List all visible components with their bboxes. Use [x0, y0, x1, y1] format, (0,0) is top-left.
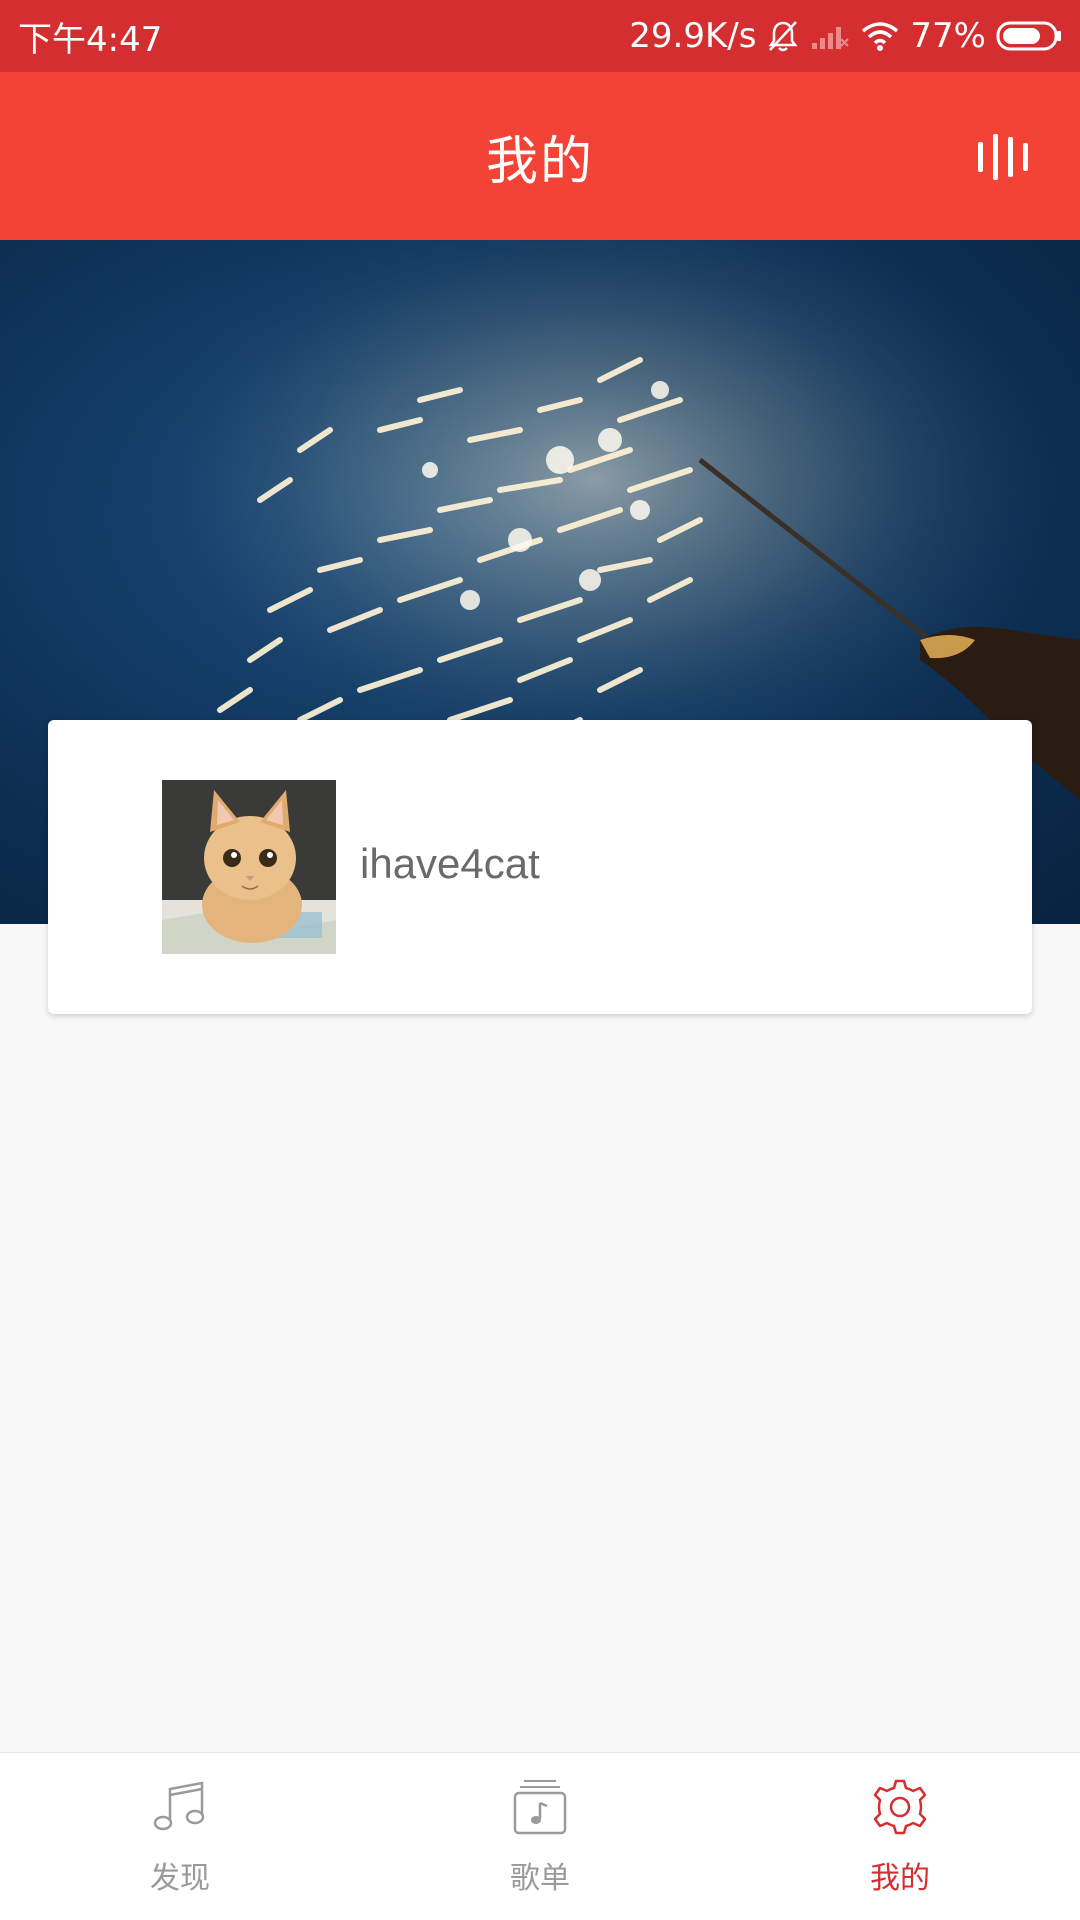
app-header: 我的	[0, 72, 1080, 240]
bell-muted-icon	[766, 19, 800, 53]
nav-label: 歌单	[510, 1861, 570, 1896]
nav-label: 我的	[870, 1861, 930, 1896]
net-speed: 29.9K/s	[629, 16, 757, 56]
username: ihave4cat	[360, 840, 540, 887]
screen: 下午4:47 29.9K/s 77% 我的 ihave4cat 发现 歌单 我的	[0, 0, 1080, 1920]
gear-icon	[870, 1777, 930, 1837]
playlist-icon	[510, 1777, 570, 1837]
battery-icon	[996, 20, 1062, 52]
status-bar: 下午4:47 29.9K/s 77%	[0, 0, 1080, 72]
nav-item-discover[interactable]: 发现	[0, 1753, 360, 1920]
status-time: 下午4:47	[18, 19, 163, 60]
signal-icon	[810, 21, 850, 51]
wifi-icon	[860, 20, 900, 52]
nav-label: 发现	[150, 1861, 210, 1896]
status-right: 29.9K/s 77%	[629, 16, 1062, 56]
cat-avatar[interactable]	[162, 780, 336, 954]
music-note-icon	[150, 1777, 210, 1837]
page-title: 我的	[485, 131, 594, 192]
nav-item-playlist[interactable]: 歌单	[360, 1753, 720, 1920]
now-playing-icon[interactable]	[978, 134, 1028, 180]
bottom-nav: 发现 歌单 我的	[0, 1752, 1080, 1920]
battery-percent: 77%	[910, 16, 986, 56]
profile-card[interactable]: ihave4cat	[48, 720, 1032, 1014]
nav-item-mine[interactable]: 我的	[720, 1753, 1080, 1920]
